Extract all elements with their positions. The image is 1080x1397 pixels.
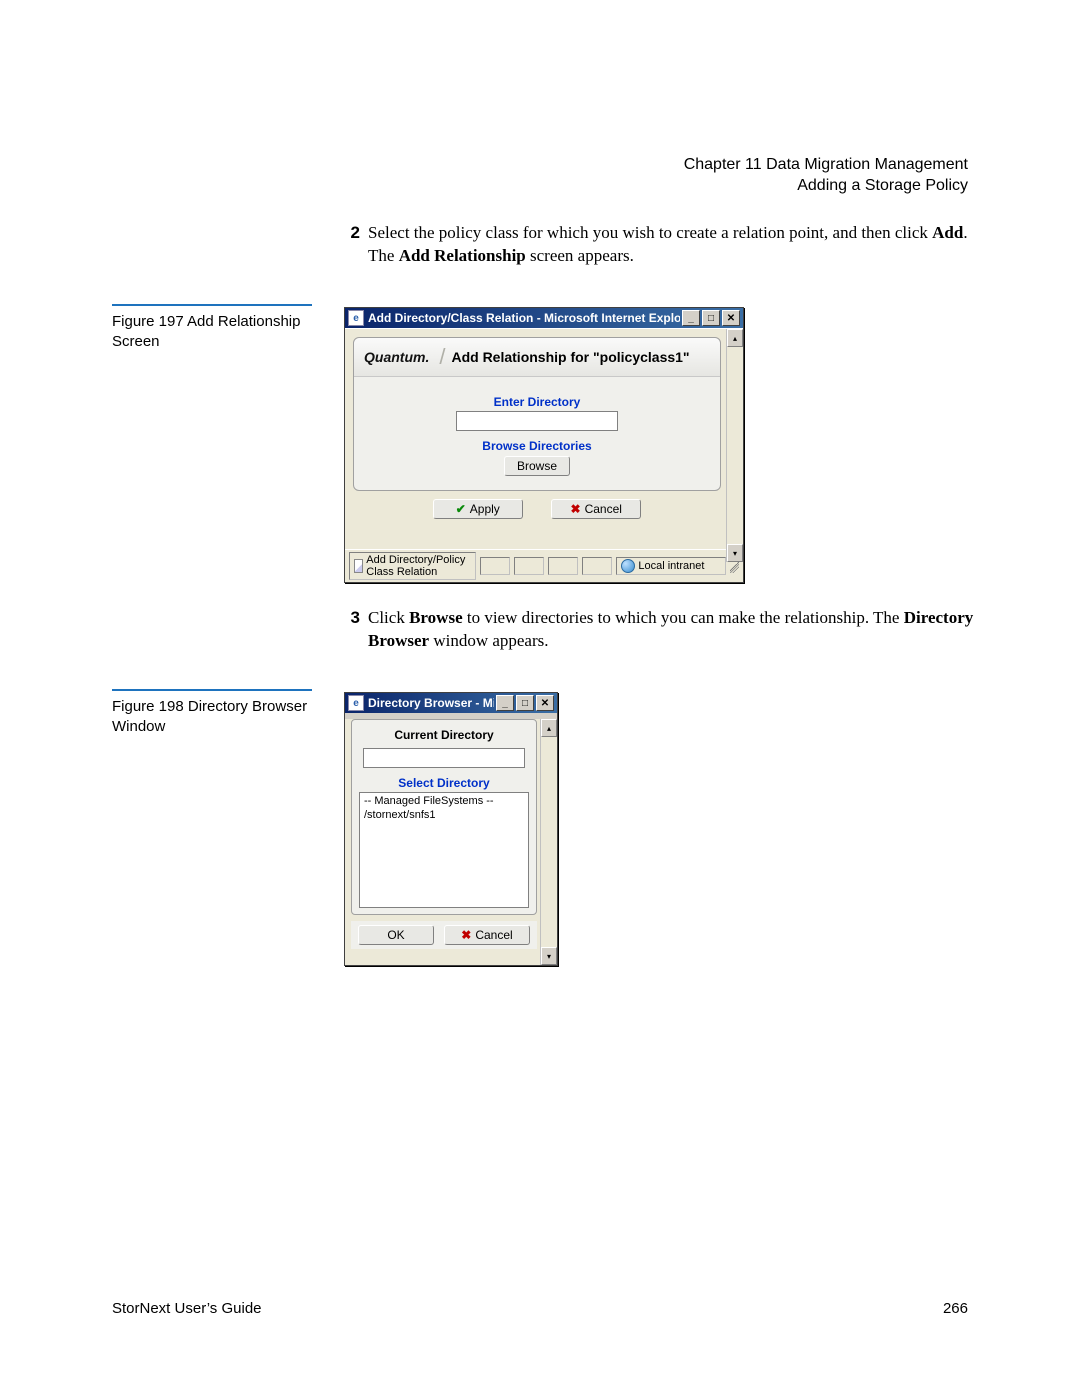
ie-icon: e [348,695,364,711]
page-header: Chapter 11 Data Migration Management Add… [684,155,968,197]
status-pane [582,557,612,575]
status-pane [548,557,578,575]
scroll-down-icon[interactable]: ▾ [727,544,743,562]
chapter-line: Chapter 11 Data Migration Management [684,155,968,176]
current-directory-input[interactable] [363,748,525,768]
apply-button[interactable]: ✔ Apply [433,499,523,519]
step-number: 3 [338,607,360,653]
select-directory-label: Select Directory [358,776,530,790]
status-text: Add Directory/Policy Class Relation [349,552,476,580]
intranet-icon [621,559,635,573]
brand-logo: Quantum. [364,349,429,365]
list-item[interactable]: -- Managed FileSystems -- [364,795,524,809]
add-relationship-window: e Add Directory/Class Relation - Microso… [344,307,744,583]
scroll-up-icon[interactable]: ▴ [541,719,557,737]
minimize-button[interactable]: _ [682,310,700,326]
status-pane [514,557,544,575]
step-2-text: Select the policy class for which you wi… [368,222,988,268]
directory-input[interactable] [456,411,618,431]
step-3-text: Click Browse to view directories to whic… [368,607,988,653]
caption-text: Figure 198 Directory Browser Window [112,697,312,736]
window-title: Directory Browser - Microsoft Int... [368,696,494,710]
scrollbar[interactable]: ▴ ▾ [726,329,743,562]
close-button[interactable]: ✕ [722,310,740,326]
scroll-down-icon[interactable]: ▾ [541,947,557,965]
relationship-panel: Quantum. / Add Relationship for "policyc… [353,337,721,491]
list-item[interactable]: /stornext/snfs1 [364,809,524,823]
scroll-up-icon[interactable]: ▴ [727,329,743,347]
footer-left: StorNext User’s Guide [112,1300,262,1317]
caption-rule [112,304,312,306]
cancel-button[interactable]: ✖ Cancel [444,925,530,945]
divider-icon: / [439,344,445,370]
directory-panel: Current Directory Select Directory -- Ma… [351,719,537,915]
security-zone: Local intranet [616,557,726,575]
step-number: 2 [338,222,360,268]
titlebar[interactable]: e Directory Browser - Microsoft Int... _… [345,693,557,713]
maximize-button[interactable]: □ [516,695,534,711]
close-button[interactable]: ✕ [536,695,554,711]
browse-directories-label: Browse Directories [364,439,710,453]
ie-icon: e [348,310,364,326]
check-icon: ✔ [456,502,466,516]
panel-title: Add Relationship for "policyclass1" [451,349,689,365]
page-icon [354,559,363,573]
status-bar: Add Directory/Policy Class Relation Loca… [345,549,743,582]
caption-rule [112,689,312,691]
directory-list[interactable]: -- Managed FileSystems -- /stornext/snfs… [359,792,529,908]
page-footer: StorNext User’s Guide 266 [112,1300,968,1317]
x-icon: ✖ [571,502,581,516]
directory-browser-window: e Directory Browser - Microsoft Int... _… [344,692,558,966]
maximize-button[interactable]: □ [702,310,720,326]
step-3: 3 Click Browse to view directories to wh… [338,607,988,653]
minimize-button[interactable]: _ [496,695,514,711]
browse-button[interactable]: Browse [504,456,570,476]
x-icon: ✖ [461,928,471,942]
caption-text: Figure 197 Add Relationship Screen [112,312,312,351]
window-title: Add Directory/Class Relation - Microsoft… [368,311,680,325]
titlebar[interactable]: e Add Directory/Class Relation - Microso… [345,308,743,328]
cancel-button[interactable]: ✖ Cancel [551,499,641,519]
step-2: 2 Select the policy class for which you … [338,222,988,268]
figure-198-caption: Figure 198 Directory Browser Window [112,689,312,736]
current-directory-label: Current Directory [358,728,530,742]
status-pane [480,557,510,575]
page-number: 266 [943,1300,968,1317]
ok-button[interactable]: OK [358,925,434,945]
scrollbar[interactable]: ▴ ▾ [540,719,557,965]
figure-197-caption: Figure 197 Add Relationship Screen [112,304,312,351]
panel-header: Quantum. / Add Relationship for "policyc… [354,338,720,377]
section-line: Adding a Storage Policy [684,176,968,197]
enter-directory-label: Enter Directory [364,395,710,409]
